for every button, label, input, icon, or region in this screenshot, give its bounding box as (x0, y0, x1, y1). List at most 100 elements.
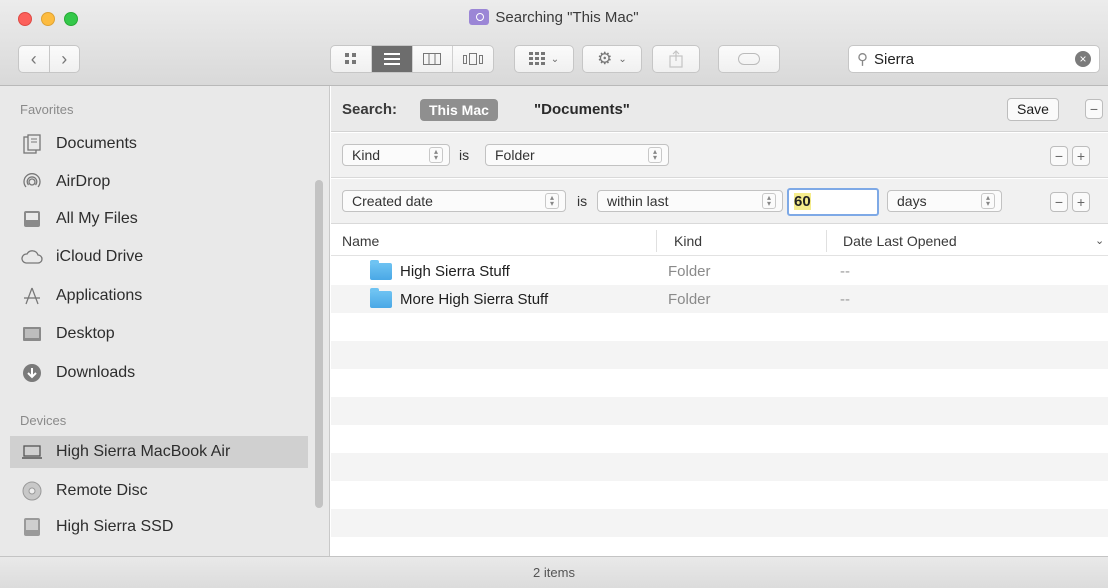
forward-button[interactable]: › (50, 46, 80, 72)
criterion-value-popup[interactable]: Folder ▴ ▾ (485, 144, 669, 166)
criterion-operator-text: within last (607, 193, 669, 209)
action-button[interactable]: ⚙ ⌄ (582, 45, 642, 73)
column-header-kind[interactable]: Kind (674, 233, 702, 249)
cover-flow-icon (463, 53, 484, 65)
criterion-operator-popup[interactable]: within last ▴ ▾ (597, 190, 783, 212)
sidebar-item-applications[interactable]: Applications (20, 280, 142, 312)
cover-flow-view-button[interactable] (453, 46, 493, 72)
sidebar: Favorites Documents AirDrop All My Files… (0, 86, 330, 556)
criterion-attribute-popup[interactable]: Created date ▴ ▾ (342, 190, 566, 212)
folder-icon (370, 260, 392, 280)
item-count: 2 items (533, 565, 575, 580)
save-search-button[interactable]: Save (1007, 98, 1059, 121)
row-kind: Folder (668, 291, 711, 308)
back-button[interactable]: ‹ (19, 46, 50, 72)
row-name: More High Sierra Stuff (400, 291, 549, 308)
edit-tags-button[interactable] (718, 45, 780, 73)
sidebar-item-high-sierra-ssd[interactable]: High Sierra SSD (20, 511, 173, 543)
arrange-button[interactable]: ⌄ (514, 45, 574, 73)
column-divider[interactable] (826, 230, 827, 252)
sidebar-item-label: Downloads (56, 364, 136, 381)
laptop-icon (20, 441, 44, 463)
remove-criterion-button[interactable]: − (1050, 192, 1068, 212)
popup-arrows-icon: ▴ ▾ (981, 193, 995, 209)
list-view-icon (383, 53, 400, 65)
search-icon: ⚲ (857, 51, 868, 68)
criterion-attribute-popup[interactable]: Kind ▴ ▾ (342, 144, 450, 166)
column-header-name[interactable]: Name (342, 233, 379, 249)
all-files-icon (20, 208, 44, 230)
column-view-button[interactable] (413, 46, 454, 72)
search-field-value: Sierra (874, 50, 915, 68)
sidebar-item-desktop[interactable]: Desktop (20, 318, 115, 350)
arrange-grid-icon (528, 52, 545, 65)
search-field[interactable]: ⚲ Sierra × (848, 45, 1100, 73)
column-header-date-last-opened[interactable]: Date Last Opened (843, 233, 957, 249)
list-column-header: Name Kind Date Last Opened ⌄ (331, 226, 1108, 256)
share-icon (669, 50, 683, 68)
navigation-buttons: ‹ › (18, 45, 80, 73)
tag-icon (738, 53, 760, 65)
popup-arrows-icon: ▴ ▾ (545, 193, 559, 209)
table-row[interactable]: More High Sierra Stuff Folder -- (331, 285, 1108, 313)
sidebar-item-all-my-files[interactable]: All My Files (20, 203, 138, 235)
search-criterion-row: Kind ▴ ▾ is Folder ▴ ▾ − + (331, 133, 1108, 178)
sidebar-item-label: Applications (56, 287, 143, 304)
empty-row (331, 481, 1108, 509)
share-button[interactable] (652, 45, 700, 73)
criterion-number-field[interactable]: 60 (787, 188, 879, 216)
toolbar: Searching "This Mac" ‹ › ⌄ ⚙ ⌄ ⚲ Sierra … (0, 0, 1108, 86)
remove-scope-button[interactable]: − (1085, 99, 1103, 119)
empty-row (331, 425, 1108, 453)
sidebar-item-documents[interactable]: Documents (20, 128, 137, 160)
sidebar-item-label: High Sierra MacBook Air (56, 443, 231, 460)
empty-row (331, 397, 1108, 425)
search-results-pane: Search: This Mac "Documents" Save − Kind… (331, 86, 1108, 556)
row-name: High Sierra Stuff (400, 263, 510, 280)
criterion-unit-popup[interactable]: days ▴ ▾ (887, 190, 1002, 212)
results-list: High Sierra Stuff Folder -- More High Si… (331, 257, 1108, 537)
sidebar-header-devices: Devices (20, 413, 67, 428)
sidebar-item-label: iCloud Drive (56, 248, 144, 265)
documents-icon (20, 133, 44, 155)
search-label: Search: (342, 101, 398, 118)
empty-row (331, 509, 1108, 537)
sort-chevron-icon[interactable]: ⌄ (1095, 234, 1104, 247)
icon-view-button[interactable] (331, 46, 372, 72)
clear-search-icon[interactable]: × (1075, 51, 1091, 67)
sidebar-item-high-sierra-macbook-air[interactable]: High Sierra MacBook Air (10, 436, 308, 468)
empty-row (331, 341, 1108, 369)
column-divider[interactable] (656, 230, 657, 252)
finder-window: Searching "This Mac" ‹ › ⌄ ⚙ ⌄ ⚲ Sierra … (0, 0, 1108, 588)
sidebar-item-label: Desktop (56, 325, 115, 342)
empty-row (331, 369, 1108, 397)
sidebar-item-airdrop[interactable]: AirDrop (20, 166, 110, 198)
sidebar-item-label: Documents (56, 135, 137, 152)
list-view-button[interactable] (371, 46, 413, 72)
popup-arrows-icon: ▴ ▾ (648, 147, 662, 163)
scope-documents-button[interactable]: "Documents" (534, 101, 630, 118)
popup-arrows-icon: ▴ ▾ (429, 147, 443, 163)
sidebar-scrollbar[interactable] (315, 180, 323, 508)
scope-this-mac-button[interactable]: This Mac (420, 99, 498, 121)
desktop-icon (20, 323, 44, 345)
criterion-unit-text: days (897, 193, 927, 209)
sidebar-item-label: AirDrop (56, 173, 111, 190)
remove-criterion-button[interactable]: − (1050, 146, 1068, 166)
sidebar-item-remote-disc[interactable]: Remote Disc (20, 475, 148, 507)
add-criterion-button[interactable]: + (1072, 146, 1090, 166)
column-view-icon (423, 53, 442, 65)
popup-arrows-icon: ▴ ▾ (762, 193, 776, 209)
chevron-down-icon: ⌄ (550, 53, 560, 65)
empty-row (331, 453, 1108, 481)
sidebar-item-icloud-drive[interactable]: iCloud Drive (20, 241, 143, 273)
sidebar-item-downloads[interactable]: Downloads (20, 357, 135, 389)
window-title: Searching "This Mac" (0, 9, 1108, 26)
add-criterion-button[interactable]: + (1072, 192, 1090, 212)
row-date: -- (840, 291, 850, 308)
folder-icon (370, 288, 392, 308)
table-row[interactable]: High Sierra Stuff Folder -- (331, 257, 1108, 285)
empty-row (331, 313, 1108, 341)
criterion-number-value: 60 (794, 193, 811, 210)
smart-folder-icon (469, 9, 490, 25)
